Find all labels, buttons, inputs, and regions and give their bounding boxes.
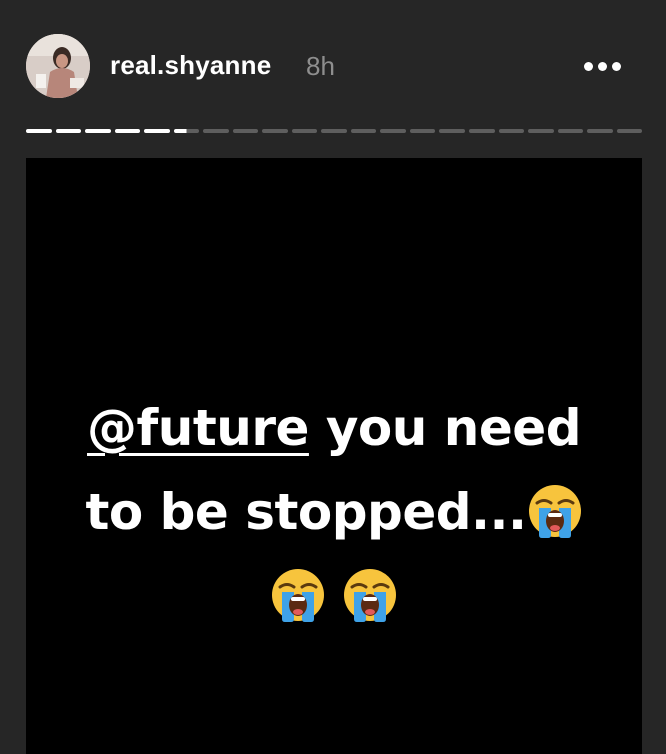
story-text-line-1: @future you need [26,386,642,470]
more-dot-icon [597,61,607,71]
progress-segment [587,129,613,133]
progress-segment [203,129,229,133]
progress-segment [468,129,495,133]
more-options-button[interactable] [574,50,630,82]
progress-segment [321,129,347,133]
story-timestamp: 8h [306,51,335,81]
more-dot-icon [611,61,621,71]
progress-segment [26,129,52,133]
progress-segment [114,129,141,133]
progress-segment [85,129,111,133]
mention-link[interactable]: @future [87,399,309,457]
story-content[interactable]: @future you need to be stopped... [26,158,642,754]
username[interactable]: real.shyanne [110,50,271,81]
story-text-line-2-text: to be stopped... [85,483,527,541]
story-text-line-2: to be stopped... [26,470,642,554]
progress-segment [557,129,584,133]
story-text: @future you need to be stopped... [26,386,642,638]
progress-segment [144,129,170,133]
progress-segment [55,129,82,133]
progress-segment [409,129,436,133]
progress-segment [380,129,406,133]
progress-segment [528,129,554,133]
progress-segment [498,129,525,133]
story-text-line-3 [26,554,642,638]
progress-segment [350,129,377,133]
progress-segment [291,129,318,133]
progress-segment [616,129,643,133]
more-dot-icon [583,61,593,71]
loudly-crying-face-emoji-icon [270,567,326,623]
avatar[interactable] [26,34,90,98]
progress-segment [232,129,259,133]
loudly-crying-face-emoji-icon [342,567,398,623]
avatar-image [26,34,90,98]
story-text-line-1-rest: you need [308,399,582,457]
loudly-crying-face-emoji-icon [527,483,583,539]
story-header: real.shyanne 8h [0,0,666,120]
progress-segment [173,129,200,133]
progress-segment [439,129,465,133]
progress-segment [262,129,288,133]
story-progress-bar [26,129,643,133]
